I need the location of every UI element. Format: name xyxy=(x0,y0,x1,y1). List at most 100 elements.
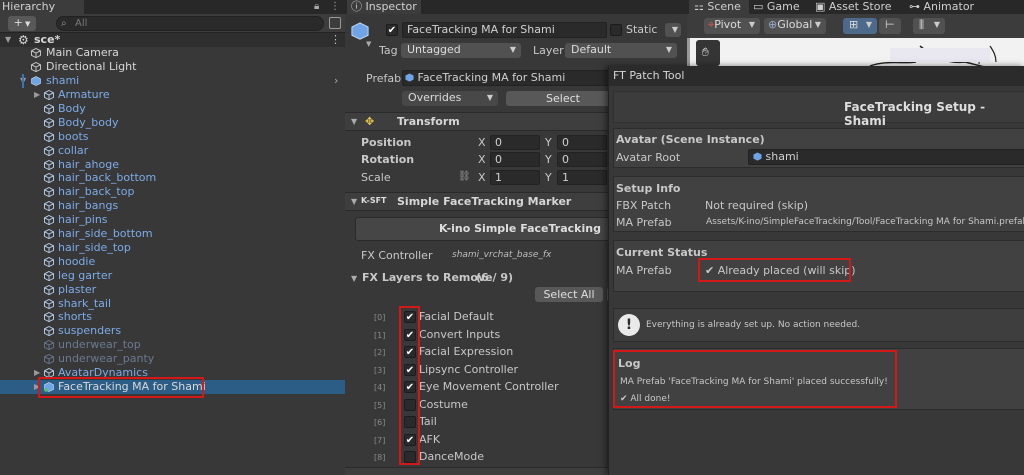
foldout-open-icon[interactable]: ▼ xyxy=(351,117,357,126)
tab-game[interactable]: ▭ Game xyxy=(753,0,800,14)
avatar-root-field[interactable]: shami xyxy=(748,149,1024,165)
hierarchy-item-label: hair_side_bottom xyxy=(58,227,153,240)
grid-snap-toggle[interactable]: ⊞ ▼ xyxy=(843,18,877,34)
layer-dropdown[interactable]: Default ▼ xyxy=(565,43,677,58)
hierarchy-item[interactable]: hoodie xyxy=(0,255,345,269)
foldout-open-icon[interactable]: ▼ xyxy=(5,33,11,47)
chevron-right-icon[interactable]: › xyxy=(334,74,338,88)
tag-dropdown[interactable]: Untagged ▼ xyxy=(401,43,521,58)
hierarchy-item[interactable]: hair_back_top xyxy=(0,185,345,199)
active-checkbox[interactable]: ✔ xyxy=(386,24,398,36)
avatar-section: Avatar (Scene Instance) Avatar Root sham… xyxy=(613,128,1024,168)
rotation-x-field[interactable]: 0 xyxy=(490,152,540,167)
hierarchy-item[interactable]: suspenders xyxy=(0,324,345,338)
prefab-label: Prefab xyxy=(366,72,402,85)
foldout-open-icon[interactable]: ▼ xyxy=(351,197,357,206)
scale-x-field[interactable]: 1 xyxy=(490,170,540,185)
hierarchy-item[interactable]: shark_tail xyxy=(0,297,345,311)
hierarchy-item[interactable]: Main Camera xyxy=(0,46,345,60)
chevron-down-icon: ▼ xyxy=(22,20,31,28)
hierarchy-item[interactable]: hair_side_bottom xyxy=(0,227,345,241)
prefab-field[interactable]: FaceTracking MA for Shami xyxy=(402,70,612,86)
modified-indicator xyxy=(22,74,24,88)
scene-visibility-icon[interactable] xyxy=(329,17,341,29)
hierarchy-item[interactable]: ▶ Armature xyxy=(0,88,345,102)
pivot-dropdown[interactable]: ⌖Pivot ▼ xyxy=(704,18,760,34)
hierarchy-item[interactable]: Directional Light xyxy=(0,60,345,74)
hand-tool-icon[interactable]: ✋︎ xyxy=(702,45,709,60)
hierarchy-item[interactable]: boots xyxy=(0,130,345,144)
ft-window-title[interactable]: FT Patch Tool xyxy=(609,66,1024,86)
position-x-field[interactable]: 0 xyxy=(490,135,540,150)
hierarchy-item[interactable]: hair_ahoge xyxy=(0,158,345,172)
ft-header-title: FaceTracking Setup - Shami xyxy=(844,100,986,128)
hierarchy-item[interactable]: Body xyxy=(0,102,345,116)
info-message: Everything is already set up. No action … xyxy=(646,320,861,330)
scene-row[interactable]: ▼ ⚙ sce* ⋮ xyxy=(0,33,345,47)
snap-increment-dropdown[interactable]: ⊢ xyxy=(879,18,901,34)
scene-menu-icon[interactable]: ⋮ xyxy=(330,33,341,47)
hierarchy-item[interactable]: hair_pins xyxy=(0,213,345,227)
hierarchy-item[interactable]: plaster xyxy=(0,283,345,297)
global-dropdown[interactable]: ⊕Global ▼ xyxy=(764,18,826,34)
hierarchy-item[interactable]: hair_side_top xyxy=(0,241,345,255)
chevron-down-icon[interactable]: ▼ xyxy=(366,40,371,48)
foldout-open-icon[interactable]: ▼ xyxy=(351,274,357,283)
add-object-button[interactable]: + ▼ xyxy=(8,16,36,31)
gameobject-cube-icon xyxy=(44,187,54,198)
static-dropdown[interactable]: ▼ xyxy=(665,23,681,37)
hierarchy-item[interactable]: underwear_top xyxy=(0,338,345,352)
hierarchy-item[interactable]: hair_back_bottom xyxy=(0,171,345,185)
fx-layer-index: [4] xyxy=(374,383,386,392)
select-prefab-button[interactable]: Select xyxy=(506,91,620,106)
foldout-closed-icon[interactable]: ▶ xyxy=(34,88,40,102)
overrides-dropdown[interactable]: Overrides ▼ xyxy=(402,91,498,106)
hierarchy-item-label: Main Camera xyxy=(46,46,119,59)
chevron-down-icon: ▼ xyxy=(933,20,940,29)
align-dropdown[interactable]: ⫼ ▼ xyxy=(913,18,945,34)
chevron-down-icon: ▼ xyxy=(486,93,493,102)
hierarchy-item-label: Armature xyxy=(58,88,110,101)
setup-info-section: Setup Info FBX Patch Not required (skip)… xyxy=(613,176,1024,232)
select-all-button[interactable]: Select All xyxy=(535,287,603,302)
hierarchy-tab[interactable]: Hierarchy xyxy=(0,0,84,14)
prefab-cube-icon xyxy=(351,22,369,40)
inspector-tab[interactable]: ⓘ Inspector xyxy=(347,0,421,14)
prefab-cube-icon xyxy=(31,76,41,86)
tab-asset-store[interactable]: ▣ Asset Store xyxy=(815,0,892,14)
scene-tab-icon: ⚏ xyxy=(694,0,708,13)
constrain-proportions-icon[interactable]: ⛓ xyxy=(458,171,471,182)
tab-scene[interactable]: ⚏ Scene xyxy=(689,0,749,14)
hierarchy-item-shami[interactable]: ▼ shami › xyxy=(0,74,345,88)
hierarchy-item-label: collar xyxy=(58,143,89,157)
position-y-field[interactable]: 0 xyxy=(557,135,607,150)
rotation-y-field[interactable]: 0 xyxy=(557,152,607,167)
static-checkbox[interactable] xyxy=(610,24,622,36)
gameobject-cube-icon xyxy=(44,131,54,142)
more-menu-icon[interactable]: ⋮ xyxy=(330,0,340,13)
gameobject-cube-icon xyxy=(44,215,54,226)
hierarchy-item[interactable]: shorts xyxy=(0,310,345,324)
hierarchy-item-label: suspenders xyxy=(58,324,122,338)
fx-layer-index: [8] xyxy=(374,453,386,462)
hierarchy-item[interactable]: underwear_panty xyxy=(0,352,345,366)
scale-y-field[interactable]: 1 xyxy=(557,170,607,185)
rotation-label: Rotation xyxy=(361,153,415,166)
hierarchy-item-label: hair_bangs xyxy=(58,199,119,213)
game-tab-icon: ▭ xyxy=(753,0,767,13)
hierarchy-item[interactable]: Body_body xyxy=(0,116,345,130)
scene-tool-overlay[interactable]: ✋︎ xyxy=(696,40,720,66)
store-tab-icon: ▣ xyxy=(815,0,829,13)
hierarchy-item[interactable]: leg garter xyxy=(0,269,345,283)
object-name-field[interactable]: FaceTracking MA for Shami xyxy=(402,22,607,38)
hierarchy-item-label: shark_tail xyxy=(58,296,112,310)
hierarchy-item[interactable]: hair_bangs xyxy=(0,199,345,213)
hierarchy-item[interactable]: collar xyxy=(0,144,345,158)
hierarchy-search-input[interactable]: ⌕ All xyxy=(56,16,324,31)
lock-icon[interactable]: 🔒︎ xyxy=(314,0,319,13)
fx-layer-index: [7] xyxy=(374,435,386,445)
fx-layer-index: [1] xyxy=(374,330,386,340)
gameobject-cube-icon xyxy=(44,340,54,351)
tab-animator[interactable]: ⊶ Animator xyxy=(909,0,974,14)
fx-controller-value[interactable]: shami_vrchat_base_fx xyxy=(452,250,551,260)
